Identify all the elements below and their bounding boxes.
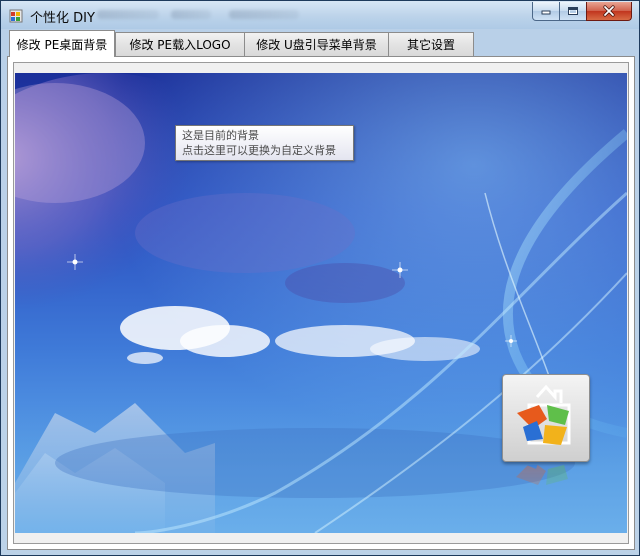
background-tooltip: 这是目前的背景 点击这里可以更换为自定义背景 (175, 125, 354, 161)
tab-label: 修改 PE载入LOGO (129, 38, 231, 52)
tab-pe-loading-logo[interactable]: 修改 PE载入LOGO (115, 32, 245, 56)
maximize-icon (568, 7, 578, 15)
tab-other-settings[interactable]: 其它设置 (388, 32, 474, 56)
close-icon (603, 5, 615, 17)
tooltip-line-2: 点击这里可以更换为自定义背景 (182, 144, 336, 157)
main-window: 个性化 DIY 修改 PE桌面背景 修改 PE载入LOGO 修改 U盘引导菜单背… (0, 0, 640, 556)
close-button[interactable] (586, 2, 632, 21)
tab-label: 修改 PE桌面背景 (16, 37, 108, 52)
start-menu-logo-icon (517, 384, 571, 445)
tab-page-desktop-background: 这是目前的背景 点击这里可以更换为自定义背景 (7, 56, 635, 550)
tab-label: 修改 U盘引导菜单背景 (256, 38, 377, 52)
tab-pe-desktop-background[interactable]: 修改 PE桌面背景 (9, 30, 115, 57)
tab-strip: 修改 PE桌面背景 修改 PE载入LOGO 修改 U盘引导菜单背景 其它设置 (7, 30, 633, 57)
tab-label: 其它设置 (406, 38, 455, 52)
background-preview-image[interactable]: 这是目前的背景 点击这里可以更换为自定义背景 (15, 73, 627, 533)
window-title: 个性化 DIY (30, 11, 95, 26)
app-icon (9, 8, 23, 23)
logo-reflection (502, 465, 590, 515)
blurred-title-text (229, 10, 299, 19)
start-menu-logo-reflection-icon (516, 465, 568, 485)
background-preview-frame: 这是目前的背景 点击这里可以更换为自定义背景 (13, 62, 629, 544)
blurred-title-text (171, 10, 211, 19)
title-bar[interactable]: 个性化 DIY (1, 1, 639, 29)
minimize-button[interactable] (532, 2, 560, 21)
tooltip-line-1: 这是目前的背景 (182, 129, 259, 142)
start-menu-logo-button[interactable] (502, 374, 590, 462)
maximize-button[interactable] (559, 2, 587, 21)
tab-usb-boot-menu-background[interactable]: 修改 U盘引导菜单背景 (244, 32, 389, 56)
blurred-title-text (97, 10, 159, 19)
minimize-icon (541, 10, 551, 15)
